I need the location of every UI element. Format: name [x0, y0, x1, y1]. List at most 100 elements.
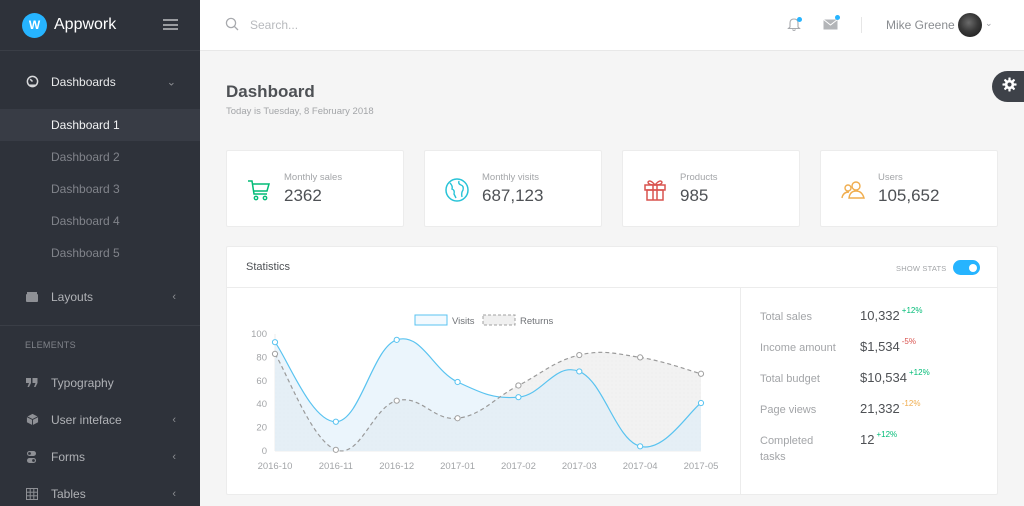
sidebar: W Appwork Dashboards ⌄ Dashboard 1 Dashb… — [0, 0, 200, 506]
x-tick-label: 2016-10 — [258, 461, 293, 472]
point-returns — [576, 351, 583, 359]
search-input[interactable] — [250, 15, 550, 35]
x-tick-label: 2017-05 — [684, 461, 719, 472]
stat-value: 985 — [680, 186, 709, 205]
stat-value: 105,652 — [878, 186, 940, 205]
stat-value: 687,123 — [482, 186, 544, 205]
stat-card-monthly-visits: Monthly visits 687,123 — [424, 150, 602, 227]
point-returns — [697, 370, 705, 377]
stat-row-value: 21,332 -12% — [860, 399, 921, 416]
cart-icon — [246, 177, 272, 203]
stat-label: Monthly sales — [284, 172, 343, 183]
sidebar-item-label: Dashboards — [51, 74, 116, 89]
stat-label: Products — [680, 172, 718, 183]
search-icon — [225, 17, 239, 36]
user-name[interactable]: Mike Greene — [886, 18, 955, 32]
delta-badge: +12% — [909, 368, 930, 377]
messages-envelope-icon[interactable] — [823, 15, 840, 36]
sidebar-item-label: User inteface — [51, 412, 122, 427]
point-visits — [332, 418, 339, 425]
sidebar-item-dashboards[interactable]: Dashboards ⌄ — [0, 63, 200, 100]
stat-card-monthly-sales: Monthly sales 2362 — [226, 150, 404, 227]
x-axis: 2016-10 2016-11 2016-12 2017-01 2017-02 2017-… — [258, 461, 719, 472]
stat-row-label: Total budget — [760, 373, 820, 385]
stat-row-label: Income amount — [760, 342, 836, 354]
point-returns — [332, 446, 339, 453]
sidebar-subitem-dashboard-4[interactable]: Dashboard 4 — [0, 205, 200, 237]
grid-icon — [25, 487, 39, 501]
sidebar-subitem-dashboard-3[interactable]: Dashboard 3 — [0, 173, 200, 205]
y-tick-label: 100 — [251, 329, 267, 340]
brand[interactable]: W Appwork — [0, 0, 200, 51]
legend-swatch-returns[interactable] — [482, 314, 516, 326]
stat-label: Users — [878, 172, 903, 183]
stat-row-value: $10,534 +12% — [860, 368, 930, 385]
chevron-left-icon: ‹ — [172, 487, 176, 500]
sidebar-item-label: Typography — [51, 375, 114, 390]
sidebar-item-label: Layouts — [51, 289, 94, 304]
chevron-left-icon: ‹ — [172, 413, 176, 426]
x-tick-label: 2017-01 — [440, 461, 475, 472]
value-text: 21,332 — [860, 401, 900, 416]
point-visits — [515, 394, 522, 401]
sidebar-subitem-dashboard-1[interactable]: Dashboard 1 — [0, 109, 200, 141]
toggles-icon — [25, 450, 39, 464]
point-visits — [454, 378, 461, 386]
user-avatar[interactable] — [958, 13, 982, 37]
sidebar-item-forms[interactable]: Forms ‹ — [0, 438, 200, 475]
value-text: $1,534 — [860, 339, 900, 354]
point-visits — [393, 336, 400, 343]
topbar: Mike Greene ⌄ — [200, 0, 1024, 51]
notification-badge — [797, 17, 802, 22]
delta-badge: +12% — [876, 430, 898, 439]
y-tick-label: 80 — [256, 352, 267, 363]
sidebar-item-layouts[interactable]: Layouts ‹ — [0, 278, 200, 315]
statistics-chart: Visits Returns 0 20 40 60 80 100 2016-10 2016-… — [227, 288, 740, 495]
stat-row-value: $1,534 -5% — [860, 337, 916, 354]
show-stats-toggle[interactable] — [953, 260, 980, 275]
chevron-down-icon[interactable]: ⌄ — [985, 18, 993, 29]
value-text: 12 — [860, 432, 875, 447]
stat-row-value: 12 +12% — [860, 430, 898, 447]
stat-card-users: Users 105,652 — [820, 150, 998, 227]
cube-icon — [25, 413, 39, 427]
gift-icon — [642, 177, 668, 203]
x-tick-label: 2016-12 — [379, 461, 414, 472]
theme-settings-button[interactable] — [992, 71, 1024, 102]
users-icon — [840, 177, 866, 203]
notifications-bell-icon[interactable] — [787, 16, 802, 37]
legend-swatch-visits[interactable] — [414, 314, 448, 326]
point-visits — [271, 339, 279, 346]
sidebar-item-user-interface[interactable]: User inteface ‹ — [0, 401, 200, 438]
value-text: 10,332 — [860, 308, 900, 323]
sidebar-item-typography[interactable]: Typography — [0, 364, 200, 401]
point-returns — [393, 397, 400, 404]
chart-svg: Visits Returns 020406080100 2016-10 2016-… — [251, 314, 719, 472]
stat-row-label: Completed tasks — [760, 435, 814, 463]
stat-row-label: Page views — [760, 404, 817, 416]
chart-legend: Visits Returns — [414, 314, 554, 327]
statistics-header: Statistics SHOW STATS — [227, 247, 997, 288]
x-tick-label: 2017-03 — [562, 461, 597, 472]
point-returns — [454, 415, 461, 422]
globe-icon — [444, 177, 470, 203]
chevron-left-icon: ‹ — [172, 450, 176, 463]
topbar-separator — [861, 17, 862, 33]
toggle-knob — [969, 263, 977, 272]
point-returns — [515, 382, 522, 389]
x-tick-label: 2017-04 — [623, 461, 658, 472]
delta-badge: -12% — [901, 399, 921, 408]
value-text: $10,534 — [860, 370, 907, 385]
x-tick-label: 2017-02 — [501, 461, 536, 472]
sidebar-subitem-dashboard-5[interactable]: Dashboard 5 — [0, 237, 200, 269]
sidebar-item-tables[interactable]: Tables ‹ — [0, 475, 200, 506]
sidebar-subitem-dashboard-2[interactable]: Dashboard 2 — [0, 141, 200, 173]
page-title: Dashboard — [226, 82, 315, 101]
delta-badge: -5% — [901, 337, 916, 346]
stat-label: Monthly visits — [482, 172, 540, 183]
stat-row-label: Total sales — [760, 311, 812, 323]
menu-toggle-icon[interactable] — [163, 19, 178, 30]
page-subtitle: Today is Tuesday, 8 February 2018 — [226, 106, 374, 117]
legend-label-visits: Visits — [452, 316, 475, 327]
y-tick-label: 40 — [256, 399, 267, 410]
